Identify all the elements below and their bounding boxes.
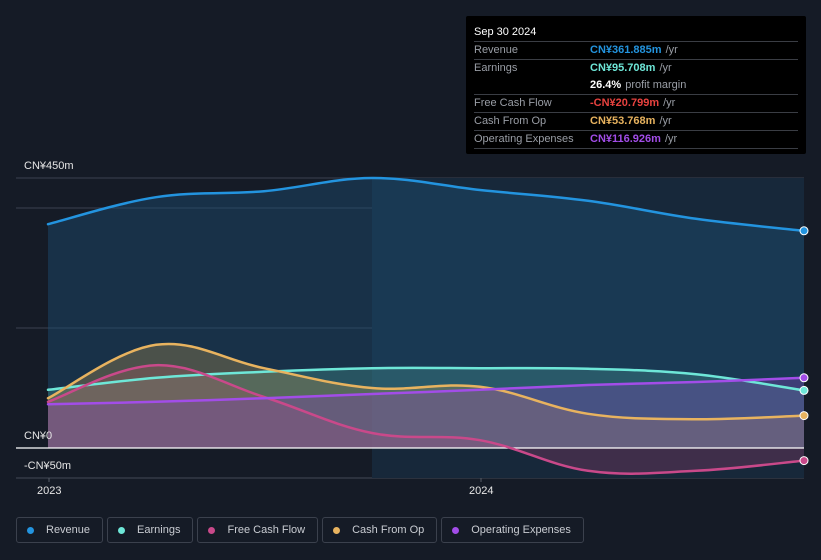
tooltip-value: -CN¥20.799m: [590, 97, 660, 109]
tooltip-value: 26.4%: [590, 79, 622, 91]
tooltip-unit: /yr: [665, 44, 678, 56]
tooltip-label: Revenue: [474, 44, 519, 56]
legend-label: Revenue: [46, 524, 91, 536]
tooltip-label: Earnings: [474, 62, 518, 74]
legend-label: Operating Expenses: [471, 524, 571, 536]
tooltip-value: CN¥53.768m: [590, 115, 656, 127]
legend-dot-icon: [452, 526, 460, 534]
tooltip-row-free-cash-flow: Free Cash Flow -CN¥20.799m /yr: [474, 94, 798, 112]
x-tick-label-2023: 2023: [37, 485, 62, 497]
end-marker-operating-expenses: [799, 373, 809, 383]
legend-dot-icon: [208, 526, 216, 534]
legend-dot-icon: [27, 526, 34, 534]
tooltip-unit: /yr: [663, 97, 676, 109]
legend-item-free-cash-flow[interactable]: Free Cash Flow: [197, 517, 319, 543]
end-marker-free-cash-flow: [799, 456, 809, 466]
tooltip-row-cash-from-op: Cash From Op CN¥53.768m /yr: [474, 112, 798, 130]
tooltip-value: CN¥116.926m: [590, 133, 661, 145]
y-tick-label-neg50: -CN¥50m: [24, 460, 72, 472]
tooltip-value: CN¥95.708m: [590, 62, 656, 74]
tooltip-value: CN¥361.885m: [590, 44, 662, 56]
y-tick-label-0: CN¥0: [24, 430, 53, 442]
tooltip-label: Operating Expenses: [474, 133, 574, 145]
legend-dot-icon: [118, 526, 126, 534]
legend-label: Cash From Op: [352, 524, 425, 536]
end-marker-earnings: [799, 385, 809, 395]
end-marker-revenue: [799, 226, 809, 236]
tooltip-unit: /yr: [659, 115, 672, 127]
end-marker-cash-from-op: [799, 411, 809, 421]
chart-legend: Revenue Earnings Free Cash Flow Cash Fro…: [16, 517, 584, 543]
tooltip-unit: /yr: [664, 133, 678, 145]
legend-label: Earnings: [137, 524, 181, 536]
tooltip-label: [474, 77, 590, 94]
series-areas: [48, 177, 804, 474]
x-axis: [48, 478, 482, 482]
tooltip-row-revenue: Revenue CN¥361.885m /yr: [474, 41, 798, 59]
data-tooltip: Sep 30 2024 Revenue CN¥361.885m /yr Earn…: [466, 16, 806, 154]
legend-label: Free Cash Flow: [227, 524, 306, 536]
legend-item-operating-expenses[interactable]: Operating Expenses: [441, 517, 584, 543]
y-tick-label-450: CN¥450m: [24, 160, 74, 172]
tooltip-unit: /yr: [659, 62, 672, 74]
legend-item-revenue[interactable]: Revenue: [16, 517, 104, 543]
tooltip-divider: [474, 148, 798, 149]
legend-dot-icon: [333, 526, 341, 534]
tooltip-date: Sep 30 2024: [474, 26, 537, 38]
legend-item-earnings[interactable]: Earnings: [107, 517, 194, 543]
tooltip-label: Cash From Op: [474, 115, 547, 127]
tooltip-unit: profit margin: [625, 79, 687, 91]
legend-item-cash-from-op[interactable]: Cash From Op: [322, 517, 438, 543]
tooltip-label: Free Cash Flow: [474, 97, 552, 109]
tooltip-row-profit-margin: 26.4% profit margin: [474, 77, 798, 94]
x-tick-label-2024: 2024: [469, 485, 494, 497]
tooltip-row-earnings: Earnings CN¥95.708m /yr: [474, 59, 798, 77]
tooltip-row-operating-expenses: Operating Expenses CN¥116.926m /yr: [474, 130, 798, 148]
